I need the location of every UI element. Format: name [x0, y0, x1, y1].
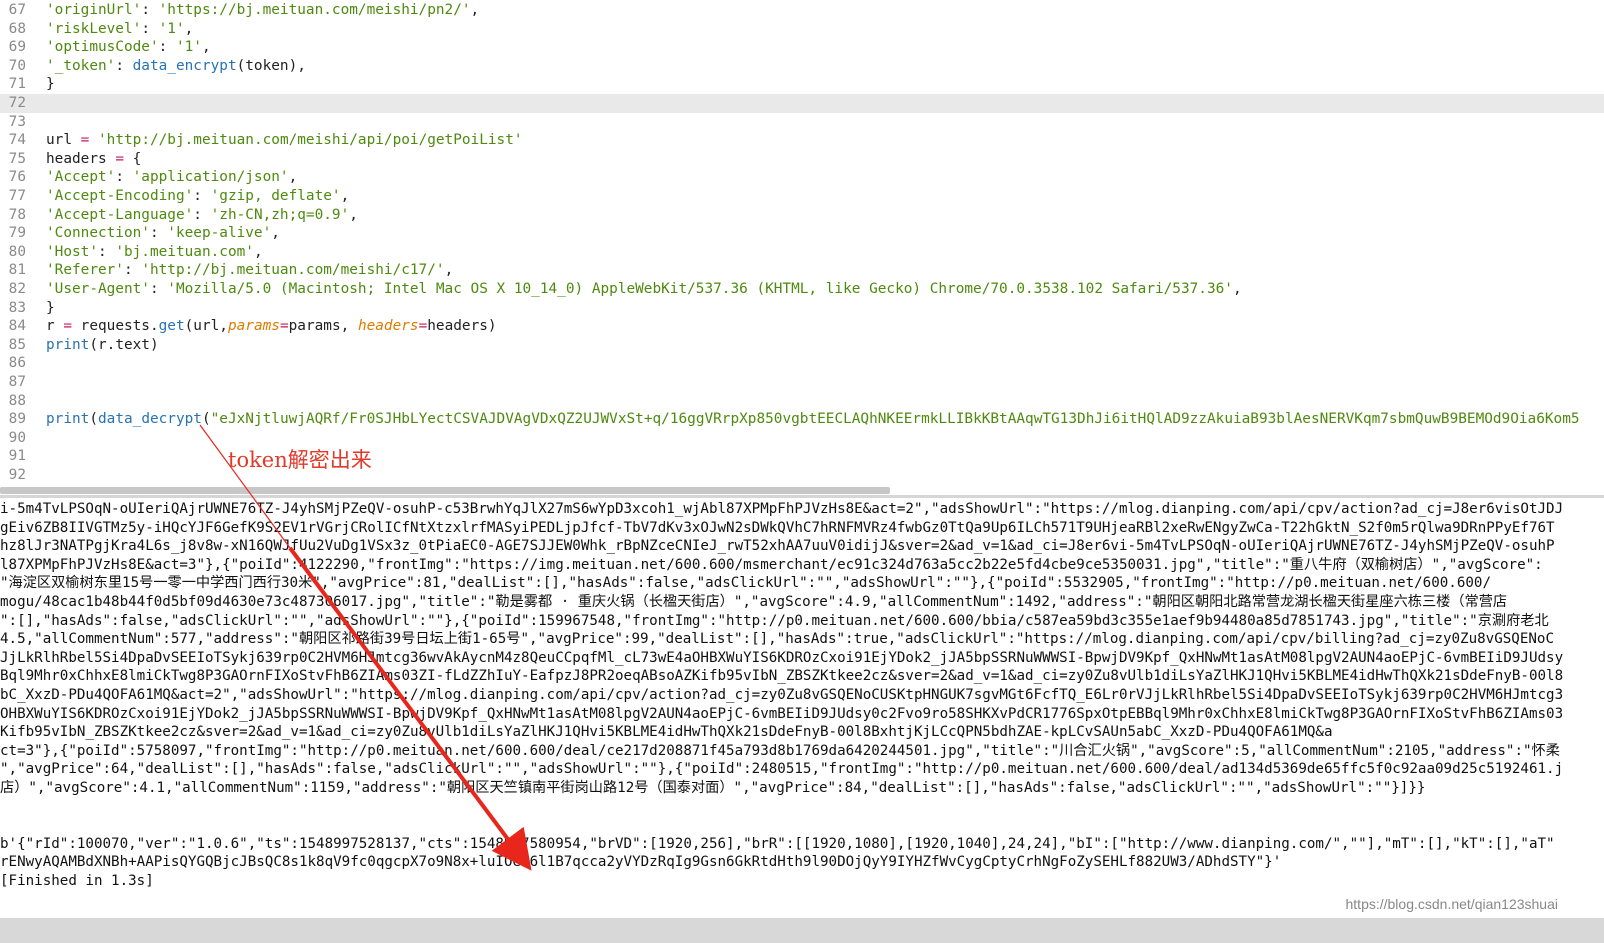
code-line[interactable]: 83}: [0, 299, 1604, 318]
code-line[interactable]: 72: [0, 94, 1604, 113]
code-text[interactable]: 'Accept-Encoding': 'gzip, deflate',: [46, 187, 349, 206]
code-text[interactable]: 'Accept-Language': 'zh-CN,zh;q=0.9',: [46, 206, 358, 225]
code-line[interactable]: 84 r = requests.get(url,params=params, he…: [0, 317, 1604, 336]
code-line[interactable]: 79 'Connection': 'keep-alive',: [0, 224, 1604, 243]
horizontal-scrollbar[interactable]: [0, 487, 890, 494]
line-number: 85: [8, 336, 26, 353]
code-editor[interactable]: 67 'originUrl': 'https://bj.meituan.com/m…: [0, 0, 1604, 497]
line-number: 87: [8, 374, 26, 390]
output-line: Kifb95vIbN_ZBSZKtkee2cz&sver=2&ad_v=1&ad…: [0, 724, 1333, 741]
line-number: 90: [8, 429, 26, 446]
line-number: 70: [8, 57, 26, 74]
line-number: 76: [8, 169, 26, 186]
output-line: rENwyAQAMBdXNBh+AAPisQYGQBjcJBsQC8s1k8qV…: [0, 854, 1282, 871]
line-number: 67: [8, 2, 26, 18]
line-number: 83: [8, 299, 26, 316]
output-line: l87XPMpFhPJVzHs8E&act=3"},{"poiId":41222…: [0, 556, 1543, 573]
output-line: bC_XxzD-PDu4QOFA61MQ&act=2","adsShowUrl"…: [0, 687, 1564, 703]
output-line: ":[],"hasAds":false,"adsClickUrl":"","ad…: [0, 612, 1549, 629]
code-text[interactable]: 'User-Agent': 'Mozilla/5.0 (Macintosh; I…: [46, 280, 1242, 299]
code-text[interactable]: 'Host': 'bj.meituan.com',: [46, 243, 263, 262]
code-text[interactable]: r = requests.get(url,params=params, head…: [46, 317, 497, 336]
output-line: hz8lJr3NATPgjKra4L6s_j8v8w-xN16QWJfUu2Vu…: [0, 538, 1555, 555]
output-line: 4.5,"allCommentNum":577,"address":"朝阳区祁路…: [0, 631, 1554, 648]
code-line[interactable]: 81 'Referer': 'http://bj.meituan.com/meis…: [0, 261, 1604, 280]
code-line[interactable]: 85 print(r.text): [0, 336, 1604, 355]
output-line: 店）","avgScore":4.1,"allCommentNum":1159,…: [0, 780, 1426, 796]
code-line[interactable]: 75 headers = {: [0, 150, 1604, 169]
line-number: 73: [8, 113, 26, 130]
line-number: 89: [8, 411, 26, 428]
code-line[interactable]: 80 'Host': 'bj.meituan.com',: [0, 243, 1604, 262]
code-line[interactable]: 73: [0, 113, 1604, 132]
line-number: 91: [8, 448, 26, 465]
output-line: "海淀区双榆树东里15号一零一中学西门西行30米","avgPrice":81,…: [0, 575, 1492, 592]
line-number: 78: [8, 206, 26, 223]
code-text[interactable]: 'riskLevel': '1',: [46, 20, 193, 39]
watermark: https://blog.csdn.net/qian123shuai: [1345, 896, 1559, 912]
output-line: gEiv6ZB8IIVGTMz5y-iHQcYJF6GefK9S2EV1rVGr…: [0, 519, 1555, 536]
code-text[interactable]: }: [46, 299, 55, 318]
code-text[interactable]: url = 'http://bj.meituan.com/meishi/api/…: [46, 131, 523, 150]
line-number: 74: [8, 132, 26, 149]
line-number: 80: [8, 243, 26, 260]
code-line[interactable]: 76 'Accept': 'application/json',: [0, 168, 1604, 187]
line-number: 71: [8, 76, 26, 93]
line-number: 82: [8, 281, 26, 297]
code-line[interactable]: 69 'optimusCode': '1',: [0, 38, 1604, 57]
code-text[interactable]: 'originUrl': 'https://bj.meituan.com/mei…: [46, 1, 479, 20]
output-line: Bql9Mhr0xChhxE8lmiCkTwg8P3GAOrnFIXoStvFh…: [0, 668, 1564, 685]
code-text[interactable]: headers = {: [46, 150, 141, 169]
code-line[interactable]: 70 '_token': data_encrypt(token),: [0, 57, 1604, 76]
code-text[interactable]: 'Accept': 'application/json',: [46, 168, 297, 187]
output-line: JjLkRlhRbel5Si4DpaDvSEEIoTSykj639rp0C2HV…: [0, 649, 1564, 666]
code-line[interactable]: 88: [0, 392, 1604, 411]
code-line[interactable]: 71}: [0, 75, 1604, 94]
code-line[interactable]: 82 'User-Agent': 'Mozilla/5.0 (Macintosh;…: [0, 280, 1604, 299]
line-number: 88: [8, 392, 26, 409]
output-line: b'{"rId":100070,"ver":"1.0.6","ts":15489…: [0, 835, 1555, 852]
line-number: 77: [8, 188, 26, 204]
code-line[interactable]: 86: [0, 354, 1604, 373]
code-line[interactable]: 74 url = 'http://bj.meituan.com/meishi/ap…: [0, 131, 1604, 150]
build-output-panel: i-5m4TvLPSOqN-oUIeriQAjrUWNE76TZ-J4yhSMj…: [0, 498, 1604, 918]
line-number: 69: [8, 39, 26, 56]
code-text[interactable]: print(r.text): [46, 336, 159, 355]
output-line: OHBXWuYIS6KDROzCxoi91EjYDok2_jJA5bpSSRNu…: [0, 705, 1564, 722]
annotation-label: token解密出来: [228, 448, 372, 472]
code-line[interactable]: 89 print(data_decrypt("eJxNjtluwjAQRf/Fr0…: [0, 410, 1604, 429]
line-number: 84: [8, 318, 26, 335]
line-number: 92: [8, 467, 26, 483]
line-number: 68: [8, 20, 26, 37]
code-text[interactable]: 'Referer': 'http://bj.meituan.com/meishi…: [46, 261, 453, 280]
code-line[interactable]: 87: [0, 373, 1604, 392]
code-text[interactable]: '_token': data_encrypt(token),: [46, 57, 306, 76]
output-line: ct=3"},{"poiId":5758097,"frontImg":"http…: [0, 742, 1560, 759]
line-number: 72: [8, 95, 26, 111]
code-line[interactable]: 68 'riskLevel': '1',: [0, 20, 1604, 39]
code-line[interactable]: 67 'originUrl': 'https://bj.meituan.com/m…: [0, 1, 1604, 20]
code-text[interactable]: 'Connection': 'keep-alive',: [46, 224, 280, 243]
output-line: ","avgPrice":64,"dealList":[],"hasAds":f…: [0, 761, 1564, 778]
code-line[interactable]: 78 'Accept-Language': 'zh-CN,zh;q=0.9',: [0, 206, 1604, 225]
status-bar: [0, 918, 1604, 943]
code-line[interactable]: 77 'Accept-Encoding': 'gzip, deflate',: [0, 187, 1604, 206]
code-text[interactable]: }: [46, 75, 55, 94]
line-number: 81: [8, 262, 26, 279]
code-text[interactable]: 'optimusCode': '1',: [46, 38, 211, 57]
code-text[interactable]: print(data_decrypt("eJxNjtluwjAQRf/Fr0SJ…: [46, 410, 1580, 429]
output-line: [Finished in 1.3s]: [0, 873, 154, 889]
output-line: i-5m4TvLPSOqN-oUIeriQAjrUWNE76TZ-J4yhSMj…: [0, 501, 1564, 517]
line-number: 79: [8, 225, 26, 242]
output-line: mogu/48cac1b48b44f0d5bf09d4630e73c487306…: [0, 594, 1508, 610]
line-number: 86: [8, 355, 26, 372]
line-number: 75: [8, 150, 26, 167]
